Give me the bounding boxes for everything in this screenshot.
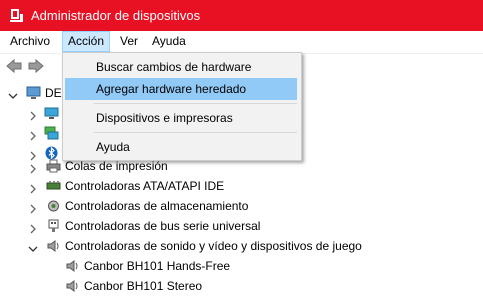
tree-item-label: Controladoras de almacenamiento xyxy=(65,199,249,213)
ide-controller-icon xyxy=(46,179,61,193)
tree-root[interactable]: DE xyxy=(0,83,62,103)
menu-archivo[interactable]: Archivo xyxy=(5,31,55,52)
network-monitor-icon xyxy=(44,126,59,140)
tree-item-label: Controladoras de bus serie universal xyxy=(65,219,261,233)
menu-item-add-legacy-hardware[interactable]: Agregar hardware heredado xyxy=(65,78,297,100)
menu-bar: Archivo Acción Ver Ayuda xyxy=(0,31,483,54)
monitor-icon xyxy=(44,106,59,120)
menu-item-devices-printers[interactable]: Dispositivos e impresoras xyxy=(65,107,297,129)
tree-item-canbor-handsfree[interactable]: Canbor BH101 Hands-Free xyxy=(0,256,483,276)
menu-item-scan-hardware[interactable]: Buscar cambios de hardware xyxy=(65,56,297,78)
menu-accion[interactable]: Acción xyxy=(62,31,111,52)
menu-separator xyxy=(94,132,297,133)
tree-item-hidden-1[interactable] xyxy=(0,103,60,123)
window-title: Administrador de dispositivos xyxy=(31,8,201,23)
tree-item-sound-video[interactable]: Controladoras de sonido y vídeo y dispos… xyxy=(0,236,483,256)
tree-item-label: Canbor BH101 Stereo xyxy=(84,279,203,293)
menu-separator xyxy=(94,103,297,104)
tree-item-label: Controladoras de sonido y vídeo y dispos… xyxy=(65,239,362,253)
tree-item-label: Canbor BH101 Hands-Free xyxy=(84,259,231,273)
tree-item-hidden-2[interactable] xyxy=(0,123,60,143)
tree-item-usb-controllers[interactable]: Controladoras de bus serie universal xyxy=(0,216,483,236)
menu-item-help[interactable]: Ayuda xyxy=(65,136,297,158)
tree-item-label: Controladoras ATA/ATAPI IDE xyxy=(65,179,225,193)
back-arrow-icon[interactable] xyxy=(5,58,23,77)
tree-item-storage-controllers[interactable]: Controladoras de almacenamiento xyxy=(0,196,483,216)
menu-ver[interactable]: Ver xyxy=(115,31,143,52)
speaker-icon xyxy=(65,279,80,293)
tree-item-ata-controllers[interactable]: Controladoras ATA/ATAPI IDE xyxy=(0,176,483,196)
forward-arrow-icon[interactable] xyxy=(27,58,45,77)
speaker-icon xyxy=(46,239,61,253)
storage-controller-icon xyxy=(46,199,61,213)
menu-ayuda[interactable]: Ayuda xyxy=(147,31,191,52)
title-bar: Administrador de dispositivos xyxy=(0,0,483,31)
usb-icon xyxy=(46,219,61,233)
speaker-icon xyxy=(65,259,80,273)
device-manager-icon xyxy=(9,8,25,27)
accion-dropdown-menu: Buscar cambios de hardware Agregar hardw… xyxy=(62,52,302,161)
computer-icon xyxy=(26,86,41,100)
printer-icon xyxy=(46,159,61,173)
tree-root-label: DE xyxy=(45,86,62,100)
tree-item-canbor-stereo[interactable]: Canbor BH101 Stereo xyxy=(0,276,483,296)
